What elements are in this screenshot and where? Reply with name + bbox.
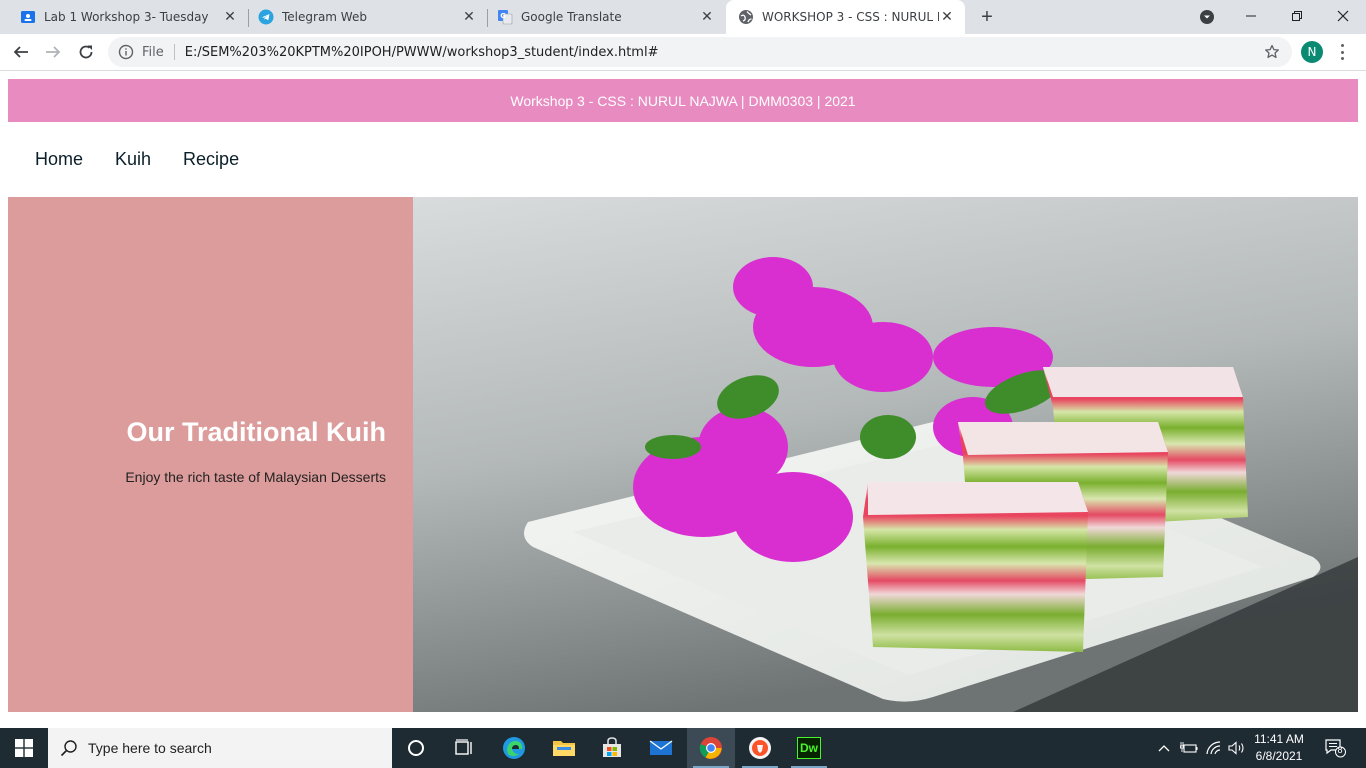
battery-button[interactable]: [1178, 728, 1200, 768]
forward-button[interactable]: [40, 39, 66, 65]
chrome-menu-icon[interactable]: [1336, 42, 1348, 62]
action-center-button[interactable]: 8: [1320, 728, 1350, 768]
cortana-button[interactable]: [392, 728, 440, 768]
site-header-text: Workshop 3 - CSS : NURUL NAJWA | DMM0303…: [510, 92, 856, 109]
tab-title: Telegram Web: [282, 10, 367, 24]
back-button[interactable]: [8, 39, 34, 65]
store-icon: [603, 737, 621, 757]
svg-text:G: G: [500, 12, 506, 20]
chevron-up-icon: [1158, 745, 1170, 752]
tab-title: Google Translate: [521, 10, 622, 24]
info-icon[interactable]: [118, 44, 134, 60]
task-view-button[interactable]: [440, 728, 488, 768]
scheme-label: File: [142, 44, 164, 60]
globe-icon: [738, 9, 754, 25]
cortana-icon: [408, 740, 424, 756]
dreamweaver-app[interactable]: Dw: [785, 728, 833, 768]
nav-link-kuih[interactable]: Kuih: [99, 149, 167, 170]
tab-google-translate[interactable]: G Google Translate ✕: [487, 0, 725, 34]
minimize-button[interactable]: [1228, 0, 1274, 32]
brave-browser-icon: [749, 737, 771, 759]
close-tab-icon[interactable]: ✕: [461, 9, 477, 25]
show-hidden-icons-button[interactable]: [1156, 728, 1172, 768]
bookmark-star-icon[interactable]: [1264, 44, 1280, 60]
taskbar-clock[interactable]: 11:41 AM 6/8/2021: [1246, 731, 1312, 765]
address-divider: [173, 44, 175, 60]
hero-text-panel: Our Traditional Kuih Enjoy the rich tast…: [8, 197, 413, 712]
folder-icon: [553, 741, 575, 756]
file-explorer-app[interactable]: [540, 728, 588, 768]
google-classroom-icon: [20, 9, 36, 25]
dreamweaver-icon: Dw: [797, 737, 821, 759]
chrome-app[interactable]: [687, 728, 735, 768]
browser-toolbar: File E:/SEM%203%20KPTM%20IPOH/PWWW/works…: [0, 34, 1366, 71]
telegram-icon: [258, 9, 274, 25]
site-nav: Home Kuih Recipe: [8, 136, 255, 182]
google-translate-icon: G: [497, 9, 513, 25]
edge-icon: [503, 737, 525, 759]
tab-title: WORKSHOP 3 - CSS : NURUL NA: [762, 10, 939, 24]
tab-search-icon[interactable]: [1198, 8, 1216, 26]
wifi-button[interactable]: [1204, 728, 1224, 768]
battery-charging-icon: [1180, 742, 1198, 753]
reload-button[interactable]: [73, 39, 99, 65]
profile-avatar[interactable]: N: [1301, 41, 1323, 63]
windows-taskbar: Type here to search Dw 11:41 AM 6/8/2021: [0, 728, 1366, 768]
taskbar-search[interactable]: Type here to search: [48, 728, 392, 768]
page-viewport: Workshop 3 - CSS : NURUL NAJWA | DMM0303…: [0, 72, 1366, 728]
address-bar[interactable]: File E:/SEM%203%20KPTM%20IPOH/PWWW/works…: [108, 37, 1292, 67]
speaker-icon: [1228, 741, 1244, 755]
windows-logo-icon: [15, 739, 33, 757]
volume-button[interactable]: [1227, 728, 1247, 768]
close-tab-icon[interactable]: ✕: [222, 9, 238, 25]
site-header: Workshop 3 - CSS : NURUL NAJWA | DMM0303…: [8, 79, 1358, 122]
url-text[interactable]: E:/SEM%203%20KPTM%20IPOH/PWWW/workshop3_…: [185, 45, 659, 60]
search-placeholder: Type here to search: [88, 740, 212, 756]
tab-telegram[interactable]: Telegram Web ✕: [248, 0, 488, 34]
browser-tab-strip: Lab 1 Workshop 3- Tuesday ✕ Telegram Web…: [0, 0, 1366, 34]
clock-time: 11:41 AM: [1254, 732, 1304, 746]
edge-app[interactable]: [490, 728, 538, 768]
clock-date: 6/8/2021: [1255, 749, 1303, 763]
task-view-icon: [455, 739, 472, 755]
new-tab-button[interactable]: +: [976, 6, 998, 28]
tab-lab1-workshop[interactable]: Lab 1 Workshop 3- Tuesday ✕: [0, 0, 249, 34]
hero-subtitle: Enjoy the rich taste of Malaysian Desser…: [125, 469, 386, 485]
close-tab-icon[interactable]: ✕: [699, 9, 715, 25]
hero-title: Our Traditional Kuih: [126, 417, 386, 447]
tab-title: Lab 1 Workshop 3- Tuesday: [44, 10, 209, 24]
tab-workshop3-active[interactable]: WORKSHOP 3 - CSS : NURUL NA ✕: [726, 0, 965, 34]
wifi-icon: [1206, 741, 1221, 755]
restore-button[interactable]: [1274, 0, 1320, 32]
notification-count: 8: [1337, 745, 1343, 755]
search-icon: [60, 739, 78, 757]
hero-section: Our Traditional Kuih Enjoy the rich tast…: [8, 197, 1358, 712]
windows-start-button[interactable]: [0, 728, 48, 768]
chrome-icon: [699, 737, 722, 759]
close-window-button[interactable]: [1320, 0, 1366, 32]
nav-link-recipe[interactable]: Recipe: [167, 149, 255, 170]
mail-icon: [649, 740, 673, 755]
mail-app[interactable]: [637, 728, 685, 768]
nav-link-home[interactable]: Home: [8, 149, 99, 170]
close-tab-icon[interactable]: ✕: [939, 9, 955, 25]
hero-kuih-image: [413, 197, 1358, 712]
brave-app[interactable]: [736, 728, 784, 768]
microsoft-store-app[interactable]: [588, 728, 636, 768]
